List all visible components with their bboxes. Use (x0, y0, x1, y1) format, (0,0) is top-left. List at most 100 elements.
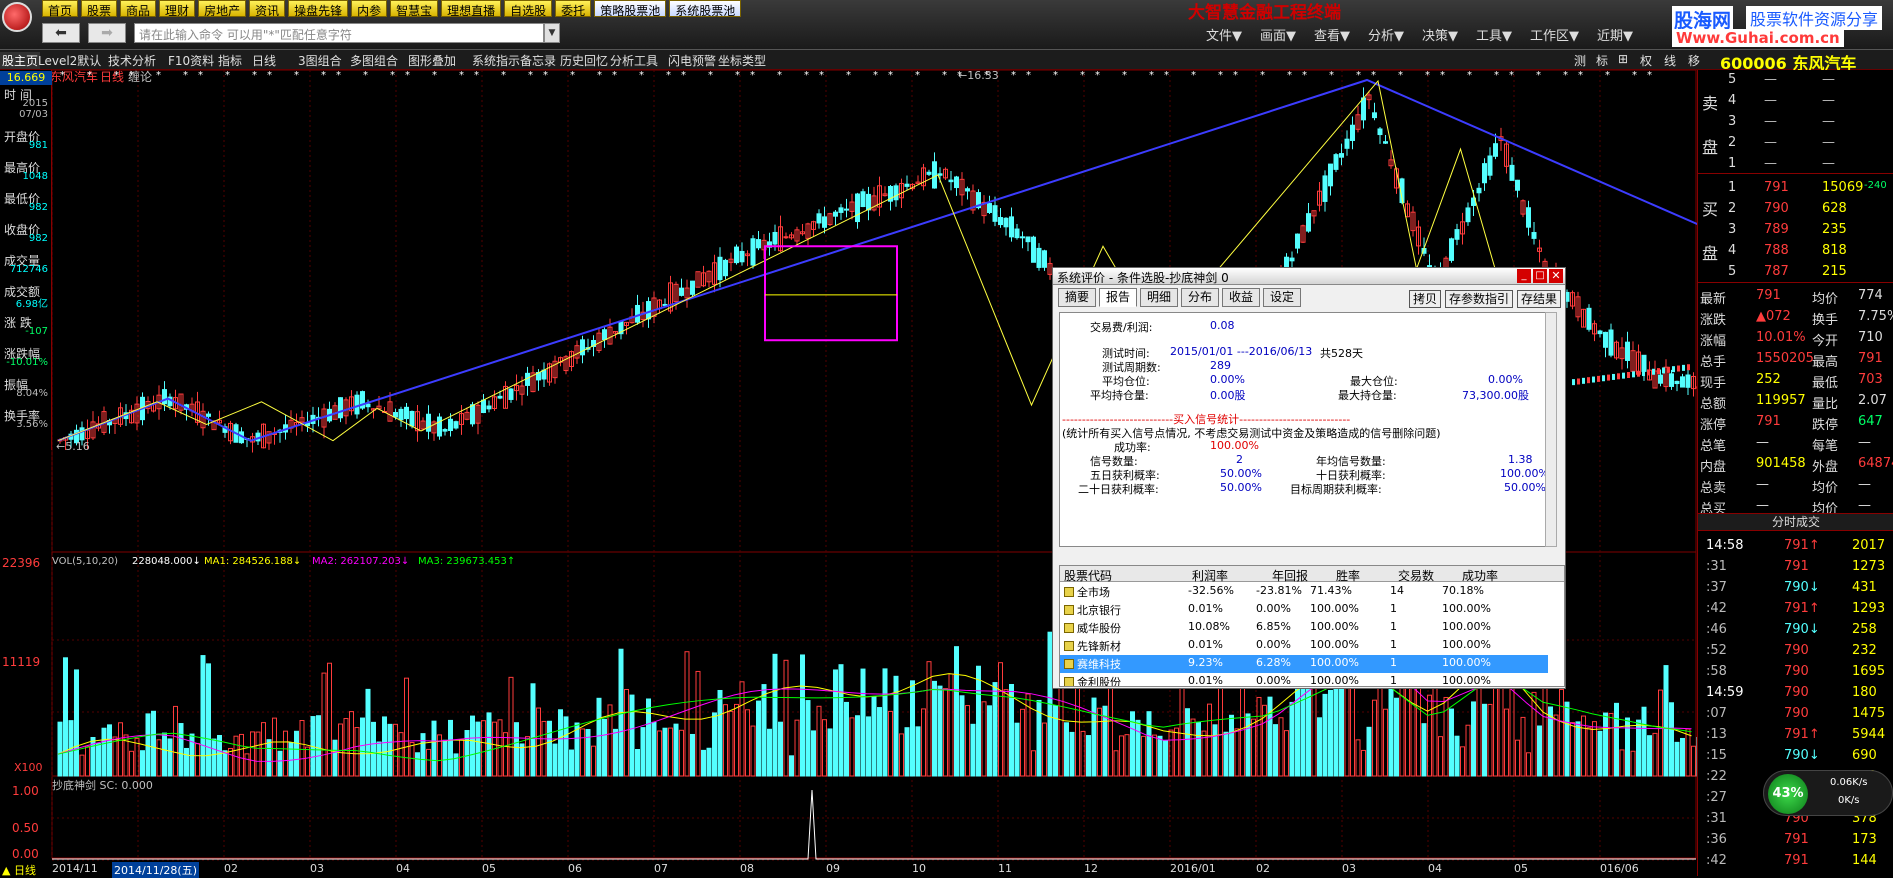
chevron-down-icon[interactable]: ▼ (544, 23, 560, 43)
quote-cell: — (1764, 114, 1777, 129)
toolbar-item[interactable]: 坐标类型 (718, 52, 766, 69)
toolbar-tool[interactable]: 测 (1574, 52, 1586, 69)
menu-item[interactable]: 内参 (351, 0, 388, 18)
back-button[interactable]: ⬅ (42, 23, 80, 43)
volume-bar (1339, 674, 1344, 777)
dialog-title-text: 系统评价 - 条件选股-抄底神剑 0 (1057, 271, 1229, 285)
menu-item[interactable]: 商品 (120, 0, 157, 18)
dialog-tab[interactable]: 报告 (1099, 288, 1137, 307)
signal-mark: * (888, 70, 893, 81)
report-scrollbar[interactable] (1545, 312, 1557, 547)
vol-axis-label: 11119 (2, 655, 40, 669)
dialog-button[interactable]: 存参数指引 (1444, 290, 1513, 308)
column-header[interactable]: 胜率 (1336, 567, 1360, 584)
column-header[interactable]: 成功率 (1462, 567, 1498, 584)
dialog-tab[interactable]: 收益 (1222, 288, 1260, 307)
top-menu-item[interactable]: 工作区▼ (1530, 25, 1579, 44)
dialog-title[interactable]: 系统评价 - 条件选股-抄底神剑 0 _ □ ✕ (1053, 268, 1565, 285)
forward-button[interactable]: ➡ (88, 23, 126, 43)
top-menu-item[interactable]: 画面▼ (1260, 25, 1296, 44)
menu-item[interactable]: 系统股票池 (669, 0, 742, 18)
column-header[interactable]: 利润率 (1192, 567, 1228, 584)
top-menu-item[interactable]: 近期▼ (1597, 25, 1633, 44)
quote-cell: 791 (1756, 288, 1781, 303)
column-header[interactable]: 年回报 (1272, 567, 1308, 584)
menu-item[interactable]: 理财 (159, 0, 196, 18)
toolbar-item[interactable]: F10资料 (168, 52, 214, 69)
quote-cell: :07 (1706, 706, 1727, 721)
trades-header[interactable]: 分时成交 (1698, 513, 1893, 531)
menu-item[interactable]: 自选股 (504, 0, 553, 18)
menu-item[interactable]: 策略股票池 (594, 0, 667, 18)
column-header[interactable]: 交易数 (1398, 567, 1434, 584)
app-logo[interactable] (2, 2, 32, 32)
candle-body (926, 171, 932, 175)
quote-cell: -240 (1864, 180, 1887, 191)
toolbar-item[interactable]: 股主页 (0, 52, 41, 69)
toolbar-item[interactable]: 历史回忆 (560, 52, 608, 69)
top-menu-item[interactable]: 工具▼ (1476, 25, 1512, 44)
top-menu-item[interactable]: 文件▼ (1206, 25, 1242, 44)
dialog-button[interactable]: 拷贝 (1408, 290, 1441, 308)
table-row[interactable]: 金利股份 0.01% 0.00% 100.00% 1 100.00% (1060, 673, 1548, 686)
menu-item[interactable]: 资讯 (249, 0, 286, 18)
top-menu-item[interactable]: 决策▼ (1422, 25, 1458, 44)
menu-item[interactable]: 智慧宝 (390, 0, 439, 18)
toolbar-item[interactable]: 闪电预警 (668, 52, 716, 69)
minimize-icon[interactable]: _ (1517, 269, 1531, 283)
toolbar-item[interactable]: 指标 (218, 52, 242, 69)
table-row[interactable]: 全市场 -32.56% -23.81% 71.43% 14 70.18% (1060, 583, 1548, 601)
candle-body (1036, 247, 1042, 268)
top-menu-item[interactable]: 查看▼ (1314, 25, 1350, 44)
stock-name: 全市场 (1077, 586, 1110, 599)
top-menu-item[interactable]: 分析▼ (1368, 25, 1404, 44)
volume-bar (1625, 717, 1630, 777)
toolbar-item[interactable]: 系统指示 (472, 52, 520, 69)
dialog-button[interactable]: 存结果 (1516, 290, 1561, 308)
command-input[interactable]: 请在此输入命令 可以用"*"匹配任意字符 (134, 23, 544, 43)
menu-item[interactable]: 操盘先锋 (288, 0, 349, 18)
dialog-tab[interactable]: 设定 (1263, 288, 1301, 307)
evaluation-dialog[interactable]: 系统评价 - 条件选股-抄底神剑 0 _ □ ✕ 摘要 报告 明细 分布 收益 设定 拷贝… (1052, 267, 1566, 689)
menu-item[interactable]: 股票 (81, 0, 118, 18)
toolbar-tool[interactable]: 线 (1664, 52, 1676, 69)
volume-bar (1674, 741, 1680, 777)
network-speed-widget[interactable]: 43% 0.06K/s 0K/s (1763, 770, 1893, 816)
candle-body (1025, 236, 1031, 243)
toolbar-item[interactable]: 技术分析 (108, 52, 156, 69)
menu-item[interactable]: 房地产 (198, 0, 247, 18)
toolbar-item[interactable]: 分析工具 (610, 52, 658, 69)
menu-item[interactable]: 理想直播 (441, 0, 502, 18)
menu-item[interactable]: 首页 (42, 0, 79, 18)
candle-body (162, 389, 167, 405)
toolbar-tool[interactable]: ⊞ (1618, 52, 1628, 66)
signal-mark: * (225, 70, 230, 81)
quote-cell: 790 (1784, 664, 1809, 679)
menu-item[interactable]: 委托 (555, 0, 592, 18)
sc-axis-label: 0.50 (12, 821, 39, 835)
volume-bar (585, 729, 591, 777)
toolbar-item[interactable]: 图形叠加 (408, 52, 456, 69)
dialog-tab[interactable]: 明细 (1140, 288, 1178, 307)
toolbar-item[interactable]: Level2默认 (38, 52, 101, 69)
trade-row: :07 790 1475 (1698, 704, 1893, 724)
column-header[interactable]: 股票代码 (1064, 567, 1112, 584)
candle-body (723, 259, 728, 277)
table-row[interactable]: 北京银行 0.01% 0.00% 100.00% 1 100.00% (1060, 601, 1548, 619)
table-row[interactable]: 先锋新材 0.01% 0.00% 100.00% 1 100.00% (1060, 637, 1548, 655)
toolbar-item[interactable]: 多图组合 (350, 52, 398, 69)
dialog-tab[interactable]: 摘要 (1058, 288, 1096, 307)
toolbar-item[interactable]: 备忘录 (520, 52, 556, 69)
table-row[interactable]: 威华股份 10.08% 6.85% 100.00% 1 100.00% (1060, 619, 1548, 637)
volume-bar (1597, 730, 1603, 777)
table-row[interactable]: 赛维科技 9.23% 6.28% 100.00% 1 100.00% (1060, 655, 1548, 673)
signal-mark: * (1398, 70, 1403, 81)
toolbar-tool[interactable]: 标 (1596, 52, 1608, 69)
toolbar-item[interactable]: 3图组合 (298, 52, 342, 69)
toolbar-tool[interactable]: 权 (1640, 52, 1652, 69)
maximize-icon[interactable]: □ (1533, 269, 1547, 283)
dialog-tab[interactable]: 分布 (1181, 288, 1219, 307)
toolbar-tool[interactable]: 移 (1688, 52, 1700, 69)
close-icon[interactable]: ✕ (1549, 269, 1563, 283)
toolbar-item[interactable]: 日线 (252, 52, 276, 69)
